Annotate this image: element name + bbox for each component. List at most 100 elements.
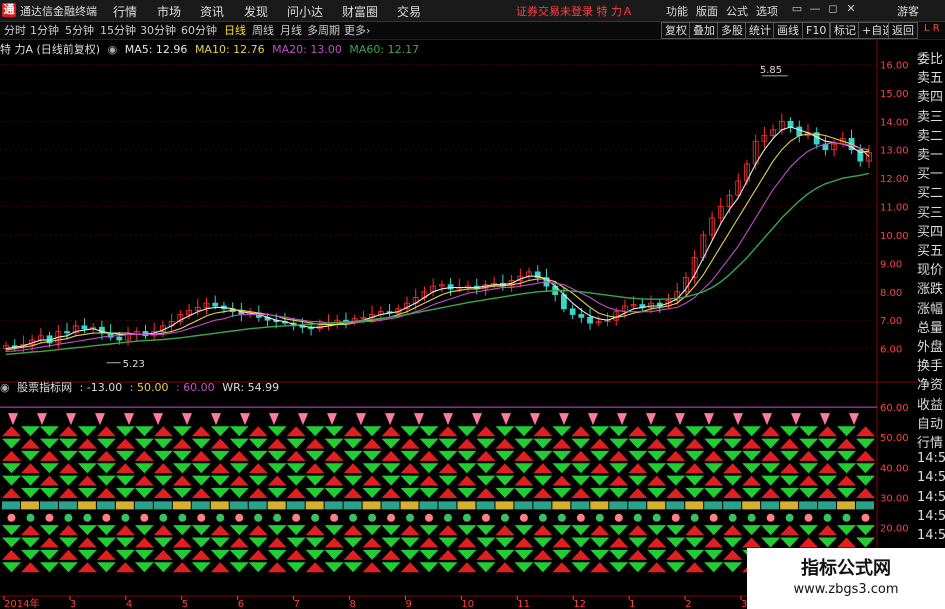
menu-xiaoda[interactable]: 问小达: [287, 3, 323, 20]
indicator-triangle: [381, 562, 401, 573]
indicator-top-marker: [211, 413, 221, 426]
indicator-top-marker: [240, 413, 250, 426]
indicator-triangle: [77, 475, 97, 486]
adjust-button[interactable]: 复权: [661, 22, 691, 39]
indicator-triangle: [704, 488, 724, 499]
indicator-triangle: [229, 463, 249, 474]
quote-panel-label: 换手: [917, 359, 944, 375]
period-monthly[interactable]: 月线: [280, 23, 302, 38]
ma-toggle-icon[interactable]: ◉: [108, 43, 118, 56]
back-button[interactable]: 返回: [888, 22, 918, 39]
indicator-triangle: [533, 549, 553, 560]
indicator-triangle: [799, 475, 819, 486]
candle-body: [212, 302, 219, 307]
menu-wealth-circle[interactable]: 财富圈: [342, 3, 378, 20]
indicator-band-cell: [571, 501, 590, 510]
lr-badge: L R: [924, 23, 940, 34]
indicator-triangle: [704, 562, 724, 573]
indicator-triangle: [229, 438, 249, 449]
indicator-triangle: [799, 426, 819, 437]
period-15min[interactable]: 15分钟: [100, 23, 136, 38]
indicator-triangle: [58, 537, 78, 548]
period-60min[interactable]: 60分钟: [181, 23, 217, 38]
indicator-triangle: [362, 438, 382, 449]
indicator-triangle: [780, 450, 800, 461]
indicator-triangle: [362, 426, 382, 437]
indicator-triangle: [590, 463, 610, 474]
indicator-triangle: [153, 426, 173, 437]
indicator-triangle: [248, 562, 268, 573]
indicator-triangle: [191, 549, 211, 560]
quote-panel-label: 自动: [917, 416, 944, 432]
indicator-dot: [614, 513, 623, 522]
mark-button[interactable]: 标记: [830, 22, 860, 39]
menu-layout[interactable]: 版面: [696, 3, 718, 19]
indicator-triangle: [96, 463, 116, 474]
menu-news[interactable]: 资讯: [200, 3, 224, 20]
indicator-triangle: [343, 463, 363, 474]
indicator-triangle: [723, 537, 743, 548]
indicator-triangle: [533, 438, 553, 449]
indicator-triangle: [533, 426, 553, 437]
login-warning[interactable]: 证券交易未登录 特 力Ａ: [516, 3, 633, 19]
restore-icon[interactable]: ▭: [790, 2, 804, 16]
indicator-tick-label: 60.00: [880, 403, 909, 414]
indicator-triangle: [685, 562, 705, 573]
indicator-triangle: [134, 450, 154, 461]
indicator-triangle: [552, 537, 572, 548]
close-icon[interactable]: ✕: [844, 2, 858, 16]
indicator-dot: [26, 513, 35, 522]
indicator-band-cell: [495, 501, 514, 510]
period-more[interactable]: 更多›: [344, 23, 370, 38]
indicator-triangle: [780, 525, 800, 536]
indicator-triangle: [419, 426, 439, 437]
menu-market[interactable]: 市场: [157, 3, 181, 20]
overlay-button[interactable]: 叠加: [689, 22, 719, 39]
indicator-triangle: [761, 537, 781, 548]
indicator-band-cell: [723, 501, 742, 510]
indicator-band-cell: [514, 501, 533, 510]
period-timeshare[interactable]: 分时: [4, 23, 26, 38]
menu-options[interactable]: 选项: [756, 3, 778, 19]
menu-function[interactable]: 功能: [666, 3, 688, 19]
indicator-band-cell: [210, 501, 229, 510]
multi-stock-button[interactable]: 多股: [717, 22, 747, 39]
period-30min[interactable]: 30分钟: [140, 23, 176, 38]
indicator-dot: [254, 513, 263, 522]
indicator-triangle: [324, 525, 344, 536]
indicator-triangle: [704, 426, 724, 437]
menu-discover[interactable]: 发现: [244, 3, 268, 20]
date-tick-label: 3: [70, 599, 76, 609]
menu-formula[interactable]: 公式: [726, 3, 748, 19]
guest-label[interactable]: 游客: [897, 3, 919, 19]
indicator-toggle-icon[interactable]: ◉: [0, 381, 10, 394]
indicator-dot: [216, 513, 225, 522]
indicator-dot: [500, 513, 509, 522]
maximize-icon[interactable]: ◻: [826, 2, 840, 16]
indicator-triangle: [381, 525, 401, 536]
indicator-top-marker: [646, 413, 656, 426]
period-5min[interactable]: 5分钟: [65, 23, 94, 38]
indicator-triangle: [20, 537, 40, 548]
indicator-triangle: [39, 488, 59, 499]
draw-button[interactable]: 画线: [773, 22, 803, 39]
indicator-triangle: [20, 450, 40, 461]
f10-button[interactable]: F10: [802, 22, 831, 39]
indicator-triangle: [552, 549, 572, 560]
chart-area[interactable]: 16.0015.0014.0013.0012.0011.0010.009.008…: [0, 40, 917, 609]
indicator-triangle: [191, 426, 211, 437]
indicator-triangle: [438, 537, 458, 548]
indicator-band-cell: [153, 501, 172, 510]
stats-button[interactable]: 统计: [745, 22, 775, 39]
period-multi[interactable]: 多周期: [307, 23, 340, 38]
menu-trade[interactable]: 交易: [397, 3, 421, 20]
period-daily[interactable]: 日线: [224, 23, 246, 38]
indicator-triangle: [39, 525, 59, 536]
menu-quotes[interactable]: 行情: [113, 3, 137, 20]
minimize-icon[interactable]: —: [808, 2, 822, 16]
indicator-triangle: [20, 438, 40, 449]
period-1min[interactable]: 1分钟: [30, 23, 59, 38]
indicator-dot: [462, 513, 471, 522]
period-weekly[interactable]: 周线: [252, 23, 274, 38]
indicator-triangle: [381, 450, 401, 461]
